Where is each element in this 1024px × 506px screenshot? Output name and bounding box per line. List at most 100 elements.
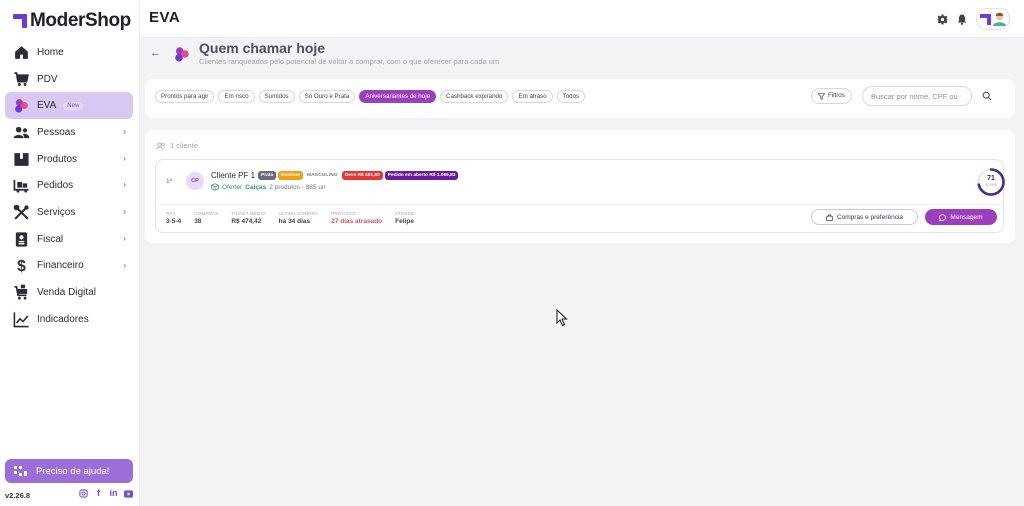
score-value: 71 bbox=[987, 175, 995, 182]
youtube-icon[interactable] bbox=[124, 489, 133, 498]
logo-mark-icon bbox=[13, 14, 27, 28]
gear-icon[interactable] bbox=[936, 13, 948, 25]
sidebar-item-label: Home bbox=[37, 46, 64, 58]
instagram-icon[interactable] bbox=[79, 489, 88, 498]
logo-text: ModerShop bbox=[30, 10, 131, 31]
sidebar-item-home[interactable]: Home bbox=[5, 39, 133, 66]
mouse-cursor-icon bbox=[556, 309, 568, 327]
sidebar-item-label: Produtos bbox=[37, 153, 78, 165]
search-input[interactable] bbox=[862, 86, 972, 106]
client-metrics: RFV 3-5-4 COMPRAS 38 TICKET MÉDIO R$ 474… bbox=[166, 211, 427, 225]
sidebar-item-venda-digital[interactable]: Venda Digital bbox=[5, 279, 133, 306]
chip-cashback-expirando[interactable]: Cashback expirando bbox=[440, 90, 509, 103]
chevron-right-icon: › bbox=[123, 180, 126, 190]
chip-em-atraso[interactable]: Em atraso bbox=[512, 90, 553, 103]
sidebar-item-label: Fiscal bbox=[37, 233, 64, 245]
sidebar-item-label: Pessoas bbox=[37, 126, 76, 138]
bell-icon[interactable] bbox=[956, 13, 968, 25]
client-tags: Prata Reativar MASCULINO Deve R$ 451,80 … bbox=[258, 171, 459, 180]
chip-todos[interactable]: Todos bbox=[556, 90, 586, 103]
metric-value: há 34 dias bbox=[278, 218, 311, 225]
metric-value: R$ 474,42 bbox=[231, 218, 262, 225]
metric-label: TICKET MÉDIO bbox=[231, 211, 266, 216]
filter-bar: Prontos para agir Em risco Sumidos Só Ou… bbox=[145, 79, 1015, 118]
offer-suggestion: Oferter Calças 2 produtos · 885 un bbox=[211, 183, 326, 191]
sidebar-item-produtos[interactable]: Produtos › bbox=[5, 146, 133, 173]
page-subtitle: Clientes ranqueados pelo potencial de vo… bbox=[199, 57, 500, 66]
sidebar-item-indicadores[interactable]: Indicadores bbox=[5, 306, 133, 333]
bag-icon bbox=[826, 213, 833, 221]
sidebar-item-label: Pedidos bbox=[37, 180, 74, 192]
dollar-icon: $ bbox=[12, 257, 30, 275]
sidebar-item-pessoas[interactable]: Pessoas › bbox=[5, 119, 133, 146]
result-count-label: 1 cliente bbox=[170, 141, 198, 150]
sidebar-item-label: Venda Digital bbox=[37, 287, 96, 299]
chip-prontos-para-agir[interactable]: Prontos para agir bbox=[155, 90, 215, 103]
sidebar-item-pdv[interactable]: PDV bbox=[5, 66, 133, 93]
sidebar-item-label: Serviços bbox=[37, 206, 76, 218]
sidebar-item-financeiro[interactable]: $ Financeiro › bbox=[5, 253, 133, 280]
debt-badge: Deve R$ 451,80 bbox=[341, 171, 383, 180]
metric-label: PREVISÃO bbox=[331, 211, 356, 216]
tools-icon bbox=[12, 203, 30, 221]
metric-atende: ATENDE Felipe bbox=[395, 211, 414, 225]
user-menu[interactable] bbox=[976, 8, 1010, 30]
filters-button-label: Filtros bbox=[828, 92, 845, 99]
sidebar-nav: Home PDV EVA New Pessoas › Produtos › Pe… bbox=[5, 39, 133, 333]
open-order-badge: Pedido em aberto R$ 1.069,83 bbox=[384, 171, 459, 180]
offer-label: Oferter bbox=[222, 183, 243, 191]
logo[interactable]: ModerShop bbox=[13, 10, 131, 32]
linkedin-icon[interactable]: in bbox=[109, 489, 118, 498]
sidebar-item-label: Financeiro bbox=[37, 260, 84, 272]
metric-ticket-medio: TICKET MÉDIO R$ 474,42 bbox=[231, 211, 265, 225]
chat-icon bbox=[939, 213, 947, 221]
app-title: EVA bbox=[149, 9, 181, 26]
topbar: EVA bbox=[140, 0, 1024, 38]
chip-sumidos[interactable]: Sumidos bbox=[258, 90, 295, 103]
purchases-preferences-button[interactable]: Compras e preferência bbox=[811, 209, 918, 225]
facebook-icon[interactable]: f bbox=[94, 489, 103, 498]
gender-label: MASCULINO bbox=[306, 173, 338, 178]
package-icon bbox=[211, 183, 219, 191]
social-links: f in bbox=[79, 489, 133, 498]
back-arrow-icon[interactable]: ← bbox=[150, 47, 161, 59]
message-button-label: Mensagem bbox=[950, 213, 983, 221]
metric-label: ATENDE bbox=[395, 211, 415, 216]
topbar-actions bbox=[936, 8, 1010, 30]
metric-rfv: RFV 3-5-4 bbox=[166, 211, 181, 225]
sidebar-item-label: Indicadores bbox=[37, 313, 89, 325]
chip-em-risco[interactable]: Em risco bbox=[218, 90, 255, 103]
divider bbox=[156, 204, 1003, 205]
offer-detail: 2 produtos · 885 un bbox=[269, 183, 326, 191]
sidebar-item-eva[interactable]: EVA New bbox=[5, 92, 133, 120]
metric-value: 38 bbox=[194, 218, 202, 225]
sidebar-item-pedidos[interactable]: Pedidos › bbox=[5, 172, 133, 199]
reactivate-badge: Reativar bbox=[278, 171, 303, 180]
help-button[interactable]: Preciso de ajuda! bbox=[5, 459, 133, 483]
filter-icon bbox=[818, 92, 825, 100]
purchases-preferences-label: Compras e preferência bbox=[836, 213, 904, 221]
metric-ultima-compra: ÚLTIMA COMPRA há 34 dias bbox=[279, 211, 319, 225]
people-icon bbox=[12, 123, 30, 141]
metric-label: RFV bbox=[166, 211, 176, 216]
help-icon bbox=[14, 466, 27, 476]
message-button[interactable]: Mensagem bbox=[925, 209, 997, 225]
metric-value: 3-5-4 bbox=[166, 218, 182, 225]
chevron-right-icon: › bbox=[123, 207, 126, 217]
fiscal-icon bbox=[12, 230, 30, 248]
client-card[interactable]: 1º CP Cliente PF 1 Prata Reativar MASCUL… bbox=[155, 159, 1005, 233]
chevron-right-icon: › bbox=[123, 260, 126, 270]
home-icon bbox=[12, 43, 30, 61]
sidebar-item-fiscal[interactable]: Fiscal › bbox=[5, 226, 133, 253]
chip-aniversariantes-de-hoje[interactable]: Aniversariantes de hoje bbox=[359, 90, 437, 103]
people-icon bbox=[156, 141, 165, 150]
help-button-label: Preciso de ajuda! bbox=[36, 465, 110, 477]
client-name[interactable]: Cliente PF 1 bbox=[211, 171, 255, 180]
chip-so-ouro-e-prata[interactable]: Só Ouro e Prata bbox=[298, 90, 356, 103]
sidebar-item-servicos[interactable]: Serviços › bbox=[5, 199, 133, 226]
filters-button[interactable]: Filtros bbox=[811, 88, 852, 104]
page-title: Quem chamar hoje bbox=[199, 40, 326, 56]
tier-badge: Prata bbox=[258, 171, 276, 180]
new-badge: New bbox=[63, 101, 84, 110]
search-icon[interactable] bbox=[982, 91, 992, 101]
